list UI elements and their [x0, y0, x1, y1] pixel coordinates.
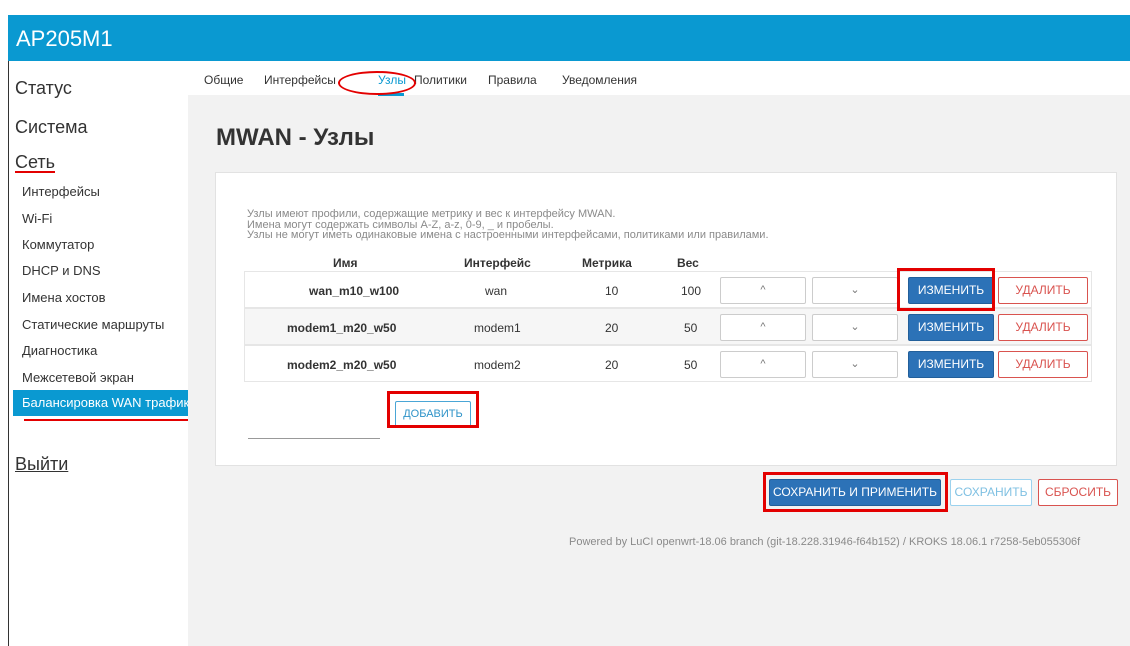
edit-button[interactable]: ИЗМЕНИТЬ — [908, 314, 994, 341]
tab-interfaces[interactable]: Интерфейсы — [264, 73, 336, 87]
row-weight: 50 — [684, 321, 698, 335]
save-button[interactable]: СОХРАНИТЬ — [950, 479, 1032, 506]
row-name: wan_m10_w100 — [309, 284, 400, 298]
tab-general[interactable]: Общие — [204, 73, 243, 87]
column-header-interface: Интерфейс — [464, 256, 531, 270]
move-up-button[interactable]: ^ — [720, 314, 806, 341]
row-interface: wan — [485, 284, 508, 298]
tab-policies[interactable]: Политики — [414, 73, 467, 87]
move-down-button[interactable]: ⌄ — [812, 314, 898, 341]
sidebar-item-hostnames[interactable]: Имена хостов — [22, 290, 106, 305]
tab-notifications[interactable]: Уведомления — [562, 73, 637, 87]
column-header-weight: Вес — [677, 256, 699, 270]
sidebar-item-diagnostics[interactable]: Диагностика — [22, 343, 97, 358]
sidebar-item-wan-balancing-label: Балансировка WAN трафика — [22, 395, 197, 410]
sidebar-item-system[interactable]: Система — [15, 117, 88, 138]
delete-button[interactable]: УДАЛИТЬ — [998, 277, 1088, 304]
delete-button[interactable]: УДАЛИТЬ — [998, 314, 1088, 341]
sidebar-item-firewall[interactable]: Межсетевой экран — [22, 370, 134, 385]
row-metric: 10 — [605, 284, 619, 298]
description-line-3: Узлы не могут иметь одинаковые имена с н… — [247, 229, 769, 241]
row-weight: 100 — [681, 284, 702, 298]
edit-button[interactable]: ИЗМЕНИТЬ — [908, 351, 994, 378]
sidebar-item-wifi[interactable]: Wi-Fi — [22, 211, 52, 226]
move-down-button[interactable]: ⌄ — [812, 277, 898, 304]
row-interface: modem1 — [474, 321, 521, 335]
highlight-underline-wan-balancing — [24, 419, 194, 421]
page-title: MWAN - Узлы — [216, 124, 375, 151]
move-up-button[interactable]: ^ — [720, 277, 806, 304]
row-name: modem2_m20_w50 — [287, 358, 397, 372]
app-title[interactable]: AP205M1 — [16, 26, 113, 52]
highlight-box-add — [387, 391, 479, 428]
highlight-underline-network — [15, 171, 55, 173]
sidebar-item-wan-balancing[interactable]: Балансировка WAN трафика — [13, 390, 197, 416]
row-weight: 50 — [684, 358, 698, 372]
row-metric: 20 — [605, 358, 619, 372]
footer-text: Powered by LuCI openwrt-18.06 branch (gi… — [569, 536, 1081, 548]
table-row: modem1_m20_w50 modem1 20 50 ^ ⌄ ИЗМЕНИТЬ… — [244, 308, 1092, 345]
move-down-button[interactable]: ⌄ — [812, 351, 898, 378]
table-row: modem2_m20_w50 modem2 20 50 ^ ⌄ ИЗМЕНИТЬ… — [244, 345, 1092, 382]
save-and-apply-button[interactable]: СОХРАНИТЬ И ПРИМЕНИТЬ — [769, 479, 941, 506]
main-content: Общие Интерфейсы Узлы Политики Правила У… — [188, 61, 1130, 646]
highlight-oval-tab-nodes — [338, 71, 416, 95]
logout-link[interactable]: Выйти — [15, 454, 68, 475]
sidebar-item-static-routes[interactable]: Статические маршруты — [22, 317, 164, 332]
description-line-1: Узлы имеют профили, содержащие метрику и… — [247, 208, 616, 220]
highlight-box-edit — [897, 268, 995, 311]
sidebar-item-switch[interactable]: Коммутатор — [22, 237, 94, 252]
row-name: modem1_m20_w50 — [287, 321, 397, 335]
sidebar: Статус Система Сеть Интерфейсы Wi-Fi Ком… — [9, 61, 197, 646]
tab-rules[interactable]: Правила — [488, 73, 537, 87]
nodes-card: Узлы имеют профили, содержащие метрику и… — [215, 172, 1117, 466]
tab-bar: Общие Интерфейсы Узлы Политики Правила У… — [188, 61, 1130, 95]
column-header-metric: Метрика — [582, 256, 632, 270]
header-bar: AP205M1 — [8, 15, 1130, 61]
delete-button[interactable]: УДАЛИТЬ — [998, 351, 1088, 378]
sidebar-item-interfaces[interactable]: Интерфейсы — [22, 184, 100, 199]
row-metric: 20 — [605, 321, 619, 335]
sidebar-item-status[interactable]: Статус — [15, 78, 72, 99]
reset-button[interactable]: СБРОСИТЬ — [1038, 479, 1118, 506]
sidebar-item-network[interactable]: Сеть — [15, 152, 55, 173]
sidebar-item-dhcp-dns[interactable]: DHCP и DNS — [22, 263, 101, 278]
move-up-button[interactable]: ^ — [720, 351, 806, 378]
new-node-name-input[interactable] — [248, 417, 380, 439]
row-interface: modem2 — [474, 358, 521, 372]
column-header-name: Имя — [333, 256, 358, 270]
